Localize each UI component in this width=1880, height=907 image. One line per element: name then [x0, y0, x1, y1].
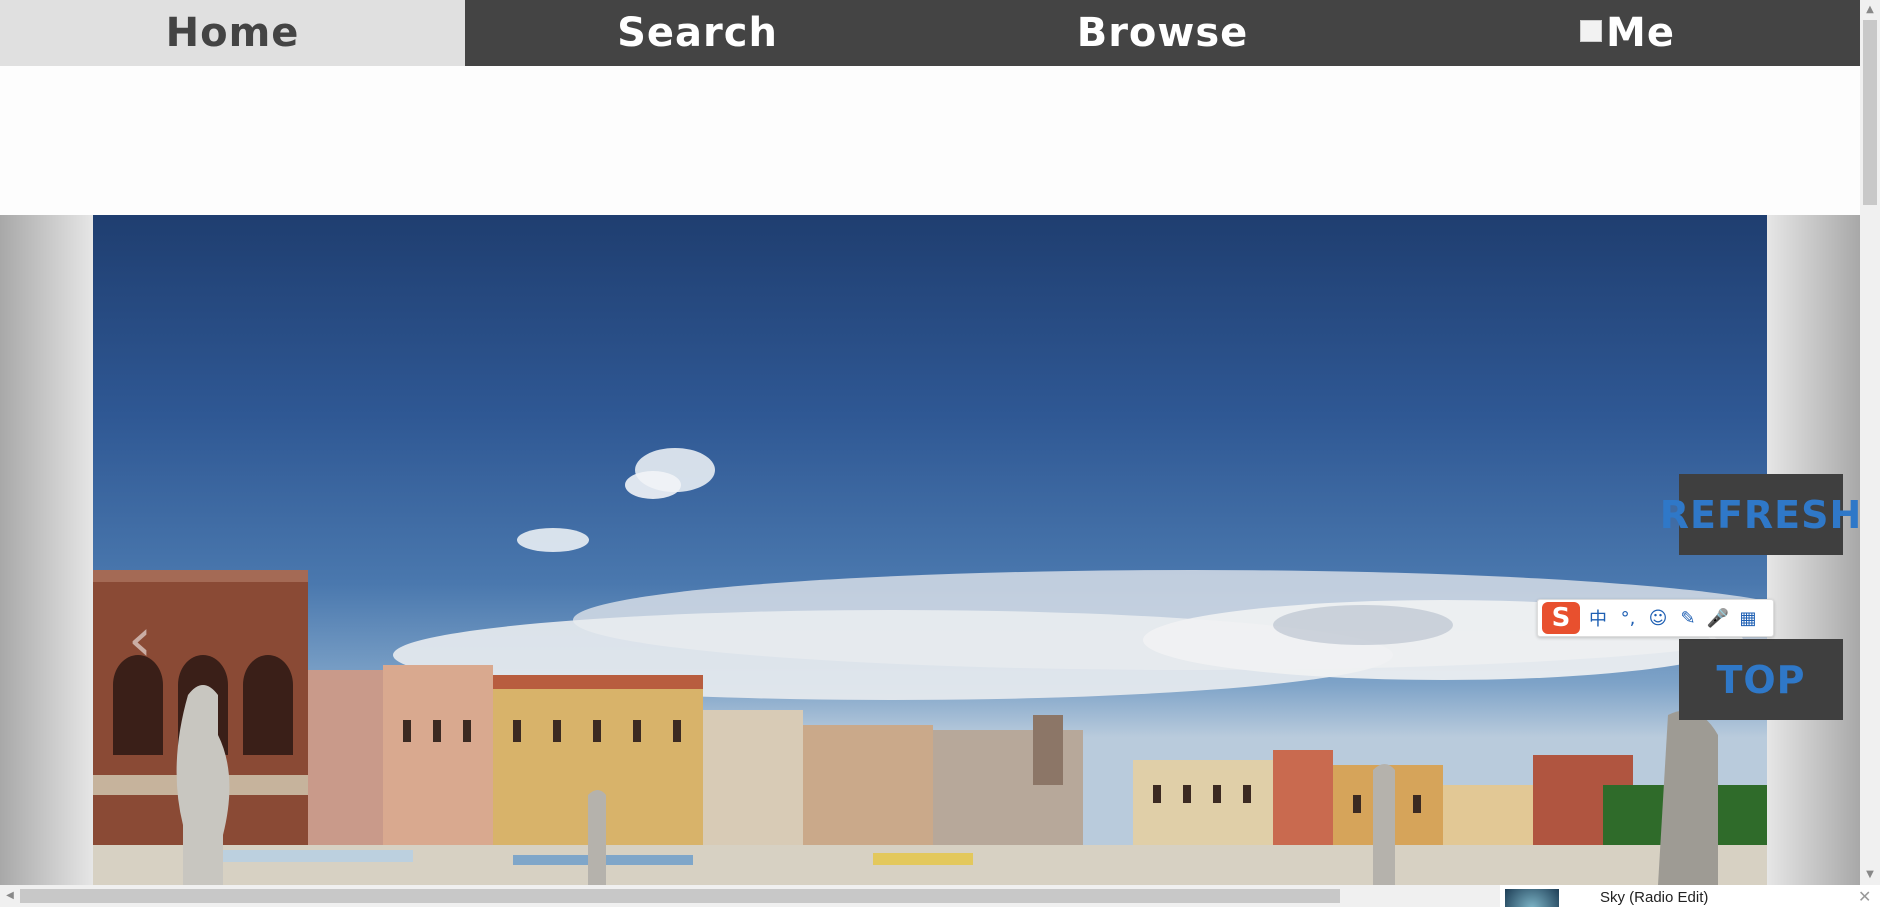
close-icon[interactable]: ✕	[1858, 887, 1871, 906]
tab-me[interactable]: Me	[1395, 0, 1860, 66]
tab-me-label: Me	[1606, 10, 1675, 56]
microphone-icon[interactable]: 🎤	[1706, 606, 1730, 630]
vertical-scroll-thumb[interactable]	[1863, 20, 1877, 205]
handwriting-icon[interactable]: ✎	[1676, 606, 1700, 630]
album-art[interactable]	[1505, 889, 1559, 907]
scroll-up-icon[interactable]: ▲	[1860, 0, 1880, 20]
carousel-prev-arrow[interactable]: ‹	[128, 605, 152, 675]
toolbox-icon[interactable]: ▦	[1736, 606, 1760, 630]
carousel-slide-image	[93, 215, 1767, 885]
punctuation-icon[interactable]: °,	[1616, 606, 1640, 630]
city-square-photo	[93, 448, 1767, 885]
tab-search[interactable]: Search	[465, 0, 930, 66]
mini-player: Sky (Radio Edit) ✕	[1500, 885, 1880, 907]
track-title: Sky (Radio Edit)	[1600, 889, 1709, 906]
horizontal-scroll-thumb[interactable]	[20, 889, 1340, 903]
tab-home[interactable]: Home	[0, 0, 465, 66]
sogou-logo-icon[interactable]: S	[1542, 602, 1580, 634]
scroll-left-icon[interactable]: ◀	[0, 885, 20, 907]
horizontal-scrollbar[interactable]: ◀	[0, 885, 1500, 907]
back-to-top-button[interactable]: TOP	[1679, 639, 1843, 720]
emoji-icon[interactable]: ☺	[1646, 606, 1670, 630]
vertical-scrollbar[interactable]: ▲ ▼	[1860, 0, 1880, 885]
top-nav: Home Search Browse Me	[0, 0, 1860, 66]
ime-toolbar: S 中 °, ☺ ✎ 🎤 ▦	[1537, 599, 1774, 637]
banner-area	[0, 66, 1860, 215]
tab-browse[interactable]: Browse	[930, 0, 1395, 66]
broken-image-icon	[1580, 20, 1603, 42]
scroll-down-icon[interactable]: ▼	[1860, 865, 1880, 885]
chinese-mode-icon[interactable]: 中	[1586, 606, 1610, 630]
refresh-button[interactable]: REFRESH	[1660, 474, 1861, 555]
